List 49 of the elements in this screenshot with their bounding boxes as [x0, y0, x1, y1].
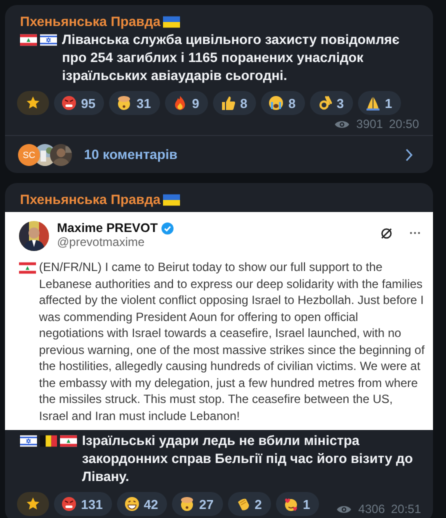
timestamp: 20:51 — [390, 502, 421, 516]
crying-face-icon — [268, 95, 284, 111]
lebanon-flag-icon — [20, 34, 37, 46]
reaction-button[interactable] — [17, 91, 49, 115]
star-icon — [25, 496, 41, 512]
author-name: Maxime PREVOT — [57, 221, 158, 235]
smiling-face-with-hearts-icon — [282, 496, 299, 512]
angry-face-icon — [61, 496, 77, 512]
israel-flag-icon — [20, 435, 37, 447]
view-count: 3901 — [356, 117, 383, 131]
avatar: SC — [18, 144, 40, 166]
more-icon — [409, 231, 421, 235]
reaction-button[interactable]: 8 — [213, 91, 256, 115]
message-text: Ізраїльські удари ледь не вбили міністра закордонних справ Бельгії під час його візиту до Лівану. — [82, 432, 414, 486]
channel-name[interactable]: Пхеньянська Правда — [20, 14, 161, 29]
view-count: 4306 — [358, 502, 385, 516]
timestamp: 20:50 — [388, 117, 419, 131]
ukraine-flag-icon — [162, 194, 180, 206]
reaction-button[interactable]: 27 — [172, 492, 223, 516]
reaction-button[interactable]: 1 — [358, 91, 402, 115]
reaction-button[interactable]: 8 — [261, 91, 305, 115]
belgium-flag-icon — [40, 435, 57, 447]
reaction-button[interactable]: 1 — [276, 492, 320, 516]
eye-icon — [334, 118, 350, 130]
eye-icon — [336, 504, 352, 514]
chevron-right-icon — [405, 148, 413, 162]
angry-face-icon — [61, 95, 77, 111]
reaction-button[interactable]: 3 — [310, 91, 353, 115]
channel-name[interactable]: Пхеньянська Правда — [20, 192, 161, 207]
message-text: Ліванська служба цивільного захисту повідомляє про 254 загиблих і 1165 поранених унаслідок ізраїльських авіаударів сьогодні. — [62, 31, 400, 85]
thumbs-up-icon — [220, 95, 236, 111]
verified-badge-icon — [160, 222, 174, 234]
star-icon — [25, 95, 41, 111]
author-handle: @prevotmaxime — [57, 235, 146, 249]
tweet-text: (EN/FR/NL) I came to Beirut today to show our full support to the Lebanese authorities and to express our deep solidarity with the families affected by the violent conflict opposing Israel to Hezbollah. Just before I was commending President Aoun for offering to open official negotiations with Israel towards a ceasefire, Israel launched, with no previous warning, one of the most massive strikes since the beginning of the hostilities, allegedly causing hundreds of civilian victims. We were at the embassy with my delegation, just a few hundred metres from where the missiles struck. This must stop. The ceasefire between the US, Israel and Iran must include Lebanon! — [39, 259, 425, 424]
reaction-button[interactable]: 95 — [54, 91, 104, 115]
reaction-button[interactable] — [17, 492, 49, 516]
reaction-button[interactable]: 9 — [164, 91, 208, 115]
reaction-button[interactable]: 2 — [228, 492, 271, 516]
reaction-button[interactable]: 42 — [116, 492, 168, 516]
ukraine-flag-icon — [162, 16, 180, 28]
comments-button[interactable]: SC 10 коментарів — [5, 135, 433, 173]
lebanon-flag-icon — [19, 262, 36, 274]
slashed-circle-icon — [380, 227, 393, 240]
grinning-face-icon — [124, 496, 140, 512]
reaction-button[interactable]: 131 — [54, 492, 112, 516]
israel-flag-icon — [40, 34, 57, 46]
reaction-button[interactable]: 31 — [109, 91, 160, 115]
lebanon-flag-icon — [60, 435, 77, 447]
